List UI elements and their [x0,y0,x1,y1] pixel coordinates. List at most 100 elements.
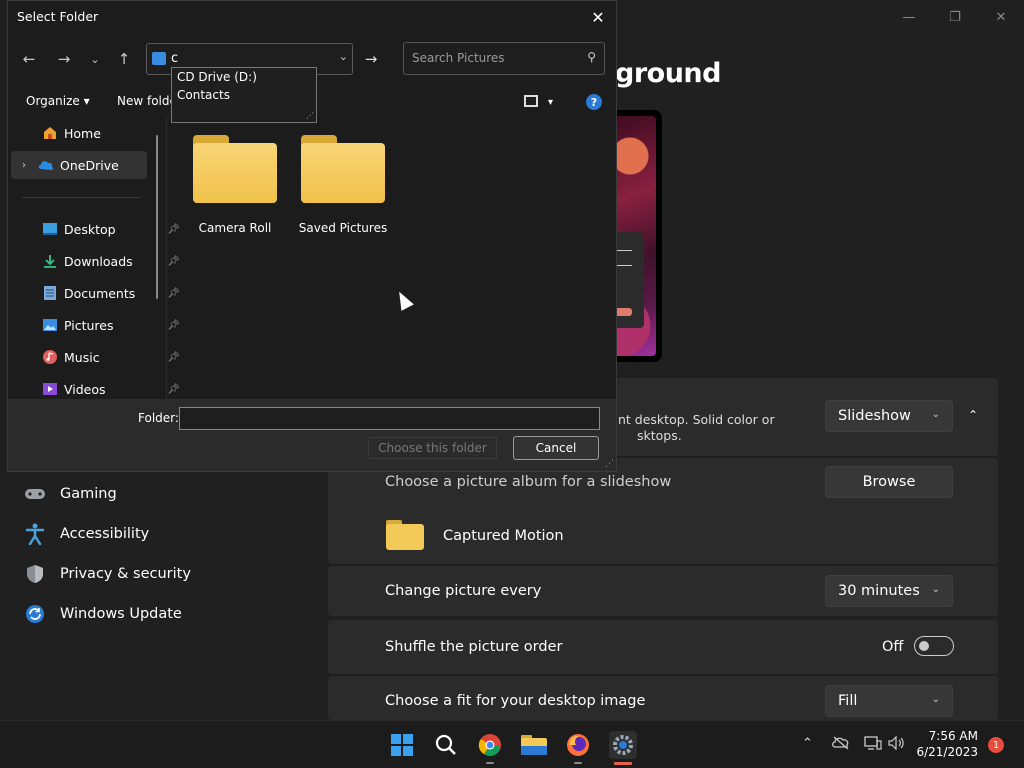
onedrive-sync-icon[interactable] [832,736,850,754]
gamepad-icon [24,483,46,505]
pin-icon[interactable]: 📌︎ [167,320,180,331]
pictures-icon [42,317,58,333]
help-icon[interactable]: ? [586,94,602,110]
nav-privacy[interactable]: Privacy & security [24,563,191,585]
new-folder-button[interactable]: New folde [117,94,177,108]
resize-grip-icon[interactable]: ⋰ [605,459,614,469]
background-type-dropdown[interactable]: Slideshow ⌄ [825,400,953,432]
folder-field[interactable] [179,407,600,430]
sidebar-item-documents[interactable]: Documents 📌︎ [42,279,182,307]
cancel-button[interactable]: Cancel [513,436,599,460]
sidebar-label: Music [64,349,100,365]
desktop-icon [42,221,58,237]
go-button[interactable]: → [358,45,384,73]
active-indicator [614,762,632,765]
sidebar-item-onedrive[interactable]: › OneDrive [11,151,147,179]
back-button[interactable]: ← [17,47,41,71]
maximize-button[interactable]: ❐ [932,6,978,28]
dropdown-value: Slideshow [838,408,911,424]
folder-item-saved-pictures[interactable]: Saved Pictures [294,135,392,245]
clock[interactable]: 7:56 AM 6/21/2023 [914,728,978,760]
onedrive-icon [38,157,54,173]
view-mode-icon[interactable] [524,95,538,107]
search-placeholder: Search Pictures [412,51,505,65]
sidebar-item-desktop[interactable]: Desktop 📌︎ [42,215,182,243]
pin-icon[interactable]: 📌︎ [167,224,180,235]
sidebar-item-home[interactable]: Home [42,119,182,147]
chrome-icon[interactable] [477,732,503,758]
close-icon[interactable]: ✕ [586,5,610,29]
sidebar-item-music[interactable]: Music 📌︎ [42,343,182,371]
network-icon[interactable] [864,736,882,754]
fit-dropdown[interactable]: Fill ⌄ [825,685,953,717]
pin-icon[interactable]: 📌︎ [167,256,180,267]
search-icon[interactable] [433,732,459,758]
taskbar: ⌃ 7:56 AM 6/21/2023 1 [0,720,1024,768]
background-desc-line2: sktops. [637,428,682,443]
sidebar-label: OneDrive [60,157,119,173]
show-hidden-icons-chevron-up-icon[interactable]: ⌃ [802,736,813,751]
home-icon [42,125,58,141]
shuffle-label: Shuffle the picture order [385,639,563,655]
minimize-button[interactable]: — [886,6,932,28]
sidebar-item-pictures[interactable]: Pictures 📌︎ [42,311,182,339]
chevron-down-icon[interactable]: ⌄ [339,50,348,63]
nav-gaming[interactable]: Gaming [24,483,117,505]
forward-button[interactable]: → [52,47,76,71]
firefox-icon[interactable] [565,732,591,758]
address-input[interactable]: c [171,51,178,66]
notification-badge[interactable]: 1 [988,737,1004,753]
page-title: ground [615,58,721,89]
nav-accessibility[interactable]: Accessibility [24,523,149,545]
recent-locations-button[interactable]: ⌄ [83,47,107,71]
nav-windows-update[interactable]: Windows Update [24,603,182,625]
file-explorer-icon[interactable] [521,732,547,758]
resize-grip-icon[interactable]: ⋰ [306,111,314,120]
shuffle-row: Shuffle the picture order Off [328,620,998,674]
view-options-chevron-icon[interactable]: ▾ [548,97,553,108]
album-prompt: Choose a picture album for a slideshow [385,474,672,490]
accessibility-icon [24,523,46,545]
dialog-title: Select Folder [17,9,99,24]
search-icon: ⚲ [587,50,596,64]
clock-time: 7:56 AM [928,729,978,743]
pin-icon[interactable]: 📌︎ [167,288,180,299]
chevron-up-icon[interactable]: ⌃ [968,408,978,422]
folder-icon [301,135,385,203]
dialog-footer: Folder: Choose this folder Cancel ⋰ [8,399,616,471]
change-every-dropdown[interactable]: 30 minutes ⌄ [825,575,953,607]
suggestion-item[interactable]: CD Drive (D:) [172,68,316,86]
shuffle-toggle[interactable] [914,636,954,656]
suggestion-item[interactable]: Contacts [172,86,316,104]
browse-button[interactable]: Browse [825,466,953,498]
shield-icon [24,563,46,585]
change-every-label: Change picture every [385,583,542,599]
folder-item-camera-roll[interactable]: Camera Roll [186,135,284,245]
fit-label: Choose a fit for your desktop image [385,693,646,709]
navigation-pane: Home › OneDrive Desktop 📌︎ Downloads 📌︎ … [8,117,180,399]
sidebar-item-downloads[interactable]: Downloads 📌︎ [42,247,182,275]
sidebar-label: Downloads [64,253,133,269]
up-button[interactable]: ↑ [112,47,136,71]
choose-folder-button[interactable]: Choose this folder [368,437,497,459]
select-folder-dialog: Select Folder ✕ ← → ⌄ ↑ c ⌄ → Search Pic… [7,0,617,472]
search-input[interactable]: Search Pictures ⚲ [403,42,605,75]
start-icon[interactable] [389,732,415,758]
close-button[interactable]: ✕ [978,6,1024,28]
pin-icon[interactable]: 📌︎ [167,352,180,363]
mouse-cursor-icon [393,288,414,311]
settings-icon[interactable] [609,731,637,759]
background-desc-line1: nt desktop. Solid color or [618,412,775,427]
pin-icon[interactable]: 📌︎ [167,384,180,395]
chevron-down-icon: ⌄ [931,694,940,705]
volume-icon[interactable] [888,735,906,754]
clock-date: 6/21/2023 [916,745,978,759]
chevron-right-icon[interactable]: › [22,160,26,171]
sidebar-scrollbar[interactable] [156,135,158,299]
sidebar-label: Home [64,125,101,141]
chevron-down-icon: ⌄ [931,409,940,420]
organize-menu[interactable]: Organize ▾ [26,94,90,108]
fit-row: Choose a fit for your desktop image Fill… [328,676,998,720]
music-icon [42,349,58,365]
change-picture-row: Change picture every 30 minutes ⌄ [328,566,998,616]
